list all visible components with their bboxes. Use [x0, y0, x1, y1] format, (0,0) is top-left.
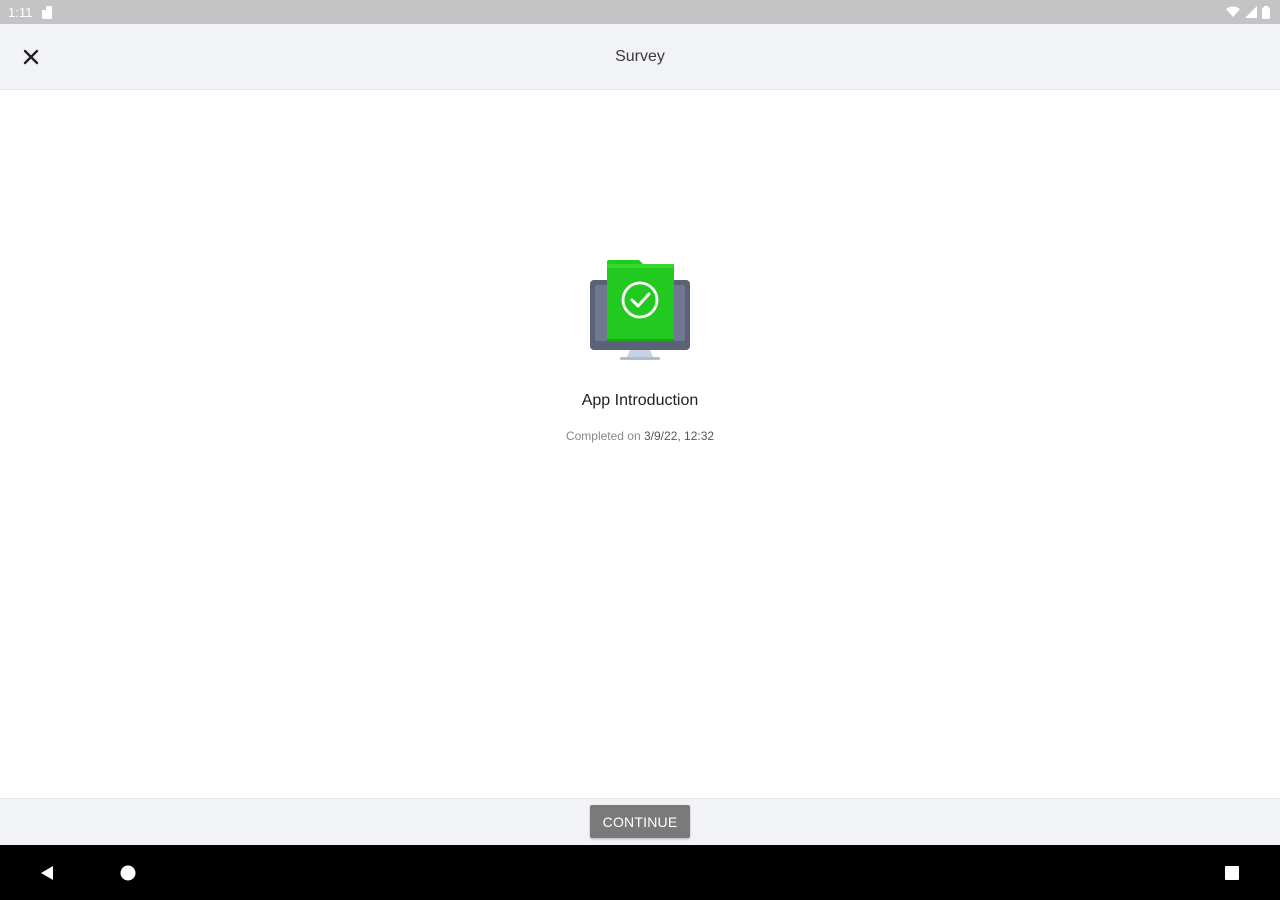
completion-status: Completed on 3/9/22, 12:32: [0, 429, 1280, 443]
back-icon: [41, 866, 53, 880]
monitor-folder-check-icon: [588, 258, 692, 370]
recents-icon: [1225, 866, 1239, 880]
page-title: Survey: [615, 47, 665, 65]
back-button[interactable]: [38, 863, 58, 883]
status-right: [1226, 5, 1280, 19]
status-bar: 1:11: [0, 0, 1280, 24]
recents-button[interactable]: [1222, 863, 1242, 883]
system-nav-bar: [0, 845, 1280, 900]
sd-card-icon: [42, 5, 53, 19]
completed-label: Completed on: [565, 429, 641, 443]
close-icon: [23, 49, 39, 65]
status-left: 1:11: [0, 4, 53, 20]
battery-icon: [1262, 5, 1270, 19]
home-icon: [120, 865, 136, 881]
survey-name: App Introduction: [581, 392, 699, 409]
completed-date: 3/9/22, 12:32: [644, 429, 715, 443]
bottom-bar: CONTINUE: [0, 798, 1280, 846]
home-button[interactable]: [118, 863, 138, 883]
continue-button[interactable]: CONTINUE: [590, 805, 690, 838]
status-time: 1:11: [8, 4, 33, 20]
wifi-icon: [1226, 6, 1240, 17]
close-button[interactable]: [14, 40, 48, 74]
signal-icon: [1245, 6, 1257, 18]
main-content: App Introduction Completed on 3/9/22, 12…: [0, 90, 1280, 798]
app-bar: Survey: [0, 24, 1280, 90]
